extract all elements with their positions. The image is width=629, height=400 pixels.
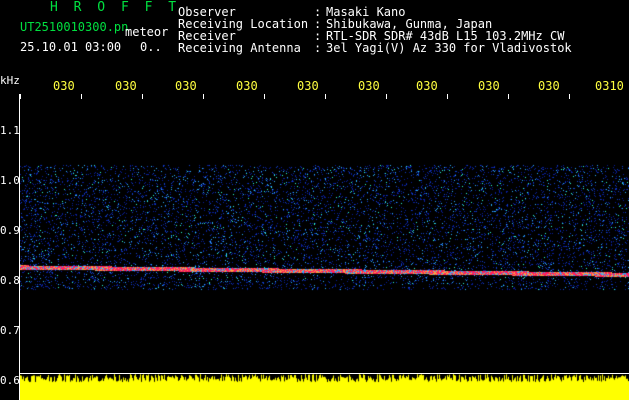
- axis-tick-mark: [142, 94, 143, 99]
- y-tick-label: 0.8: [0, 274, 20, 287]
- hrofft-brand: H R O F F T: [50, 0, 181, 15]
- x-tick-label: 030: [358, 79, 380, 93]
- antenna-value: 3el Yagi(V) Az 330 for Vladivostok: [326, 41, 572, 55]
- axis-tick-mark: [386, 94, 387, 99]
- axis-tick-mark: [264, 94, 265, 99]
- meteor-count: 0..: [140, 40, 162, 54]
- meteor-label: meteor: [125, 25, 169, 39]
- y-tick-label: 1.1: [0, 124, 20, 137]
- axis-tick-mark: [569, 94, 570, 99]
- colon: :: [314, 41, 322, 55]
- x-tick-label: 030: [478, 79, 500, 93]
- axis-tick-mark: [203, 94, 204, 99]
- axis-tick-mark: [81, 94, 82, 99]
- y-tick-label: 0.7: [0, 324, 20, 337]
- antenna-label: Receiving Antenna: [178, 41, 301, 55]
- x-tick-label: 030: [53, 79, 75, 93]
- x-tick-label: 030: [538, 79, 560, 93]
- axis-tick-mark: [508, 94, 509, 99]
- y-tick-label: 0.9: [0, 224, 20, 237]
- x-tick-label: 030: [175, 79, 197, 93]
- x-tick-label: 030: [115, 79, 137, 93]
- y-tick-label: 0.6: [0, 374, 20, 387]
- spectrogram-canvas: [20, 94, 629, 400]
- image-filename: UT2510010300.pn: [20, 20, 129, 34]
- x-tick-label: 030: [297, 79, 319, 93]
- observation-datetime: 25.10.01 03:00: [20, 40, 122, 54]
- y-axis-unit: kHz: [0, 74, 20, 87]
- axis-tick-mark: [447, 94, 448, 99]
- x-tick-label: 0310: [595, 79, 624, 93]
- plot-left-border: [19, 94, 20, 400]
- power-baseline: [20, 373, 629, 374]
- axis-tick-mark: [325, 94, 326, 99]
- y-tick-label: 1.0: [0, 174, 20, 187]
- x-tick-label: 030: [236, 79, 258, 93]
- x-tick-label: 030: [416, 79, 438, 93]
- axis-tick-mark: [20, 94, 21, 99]
